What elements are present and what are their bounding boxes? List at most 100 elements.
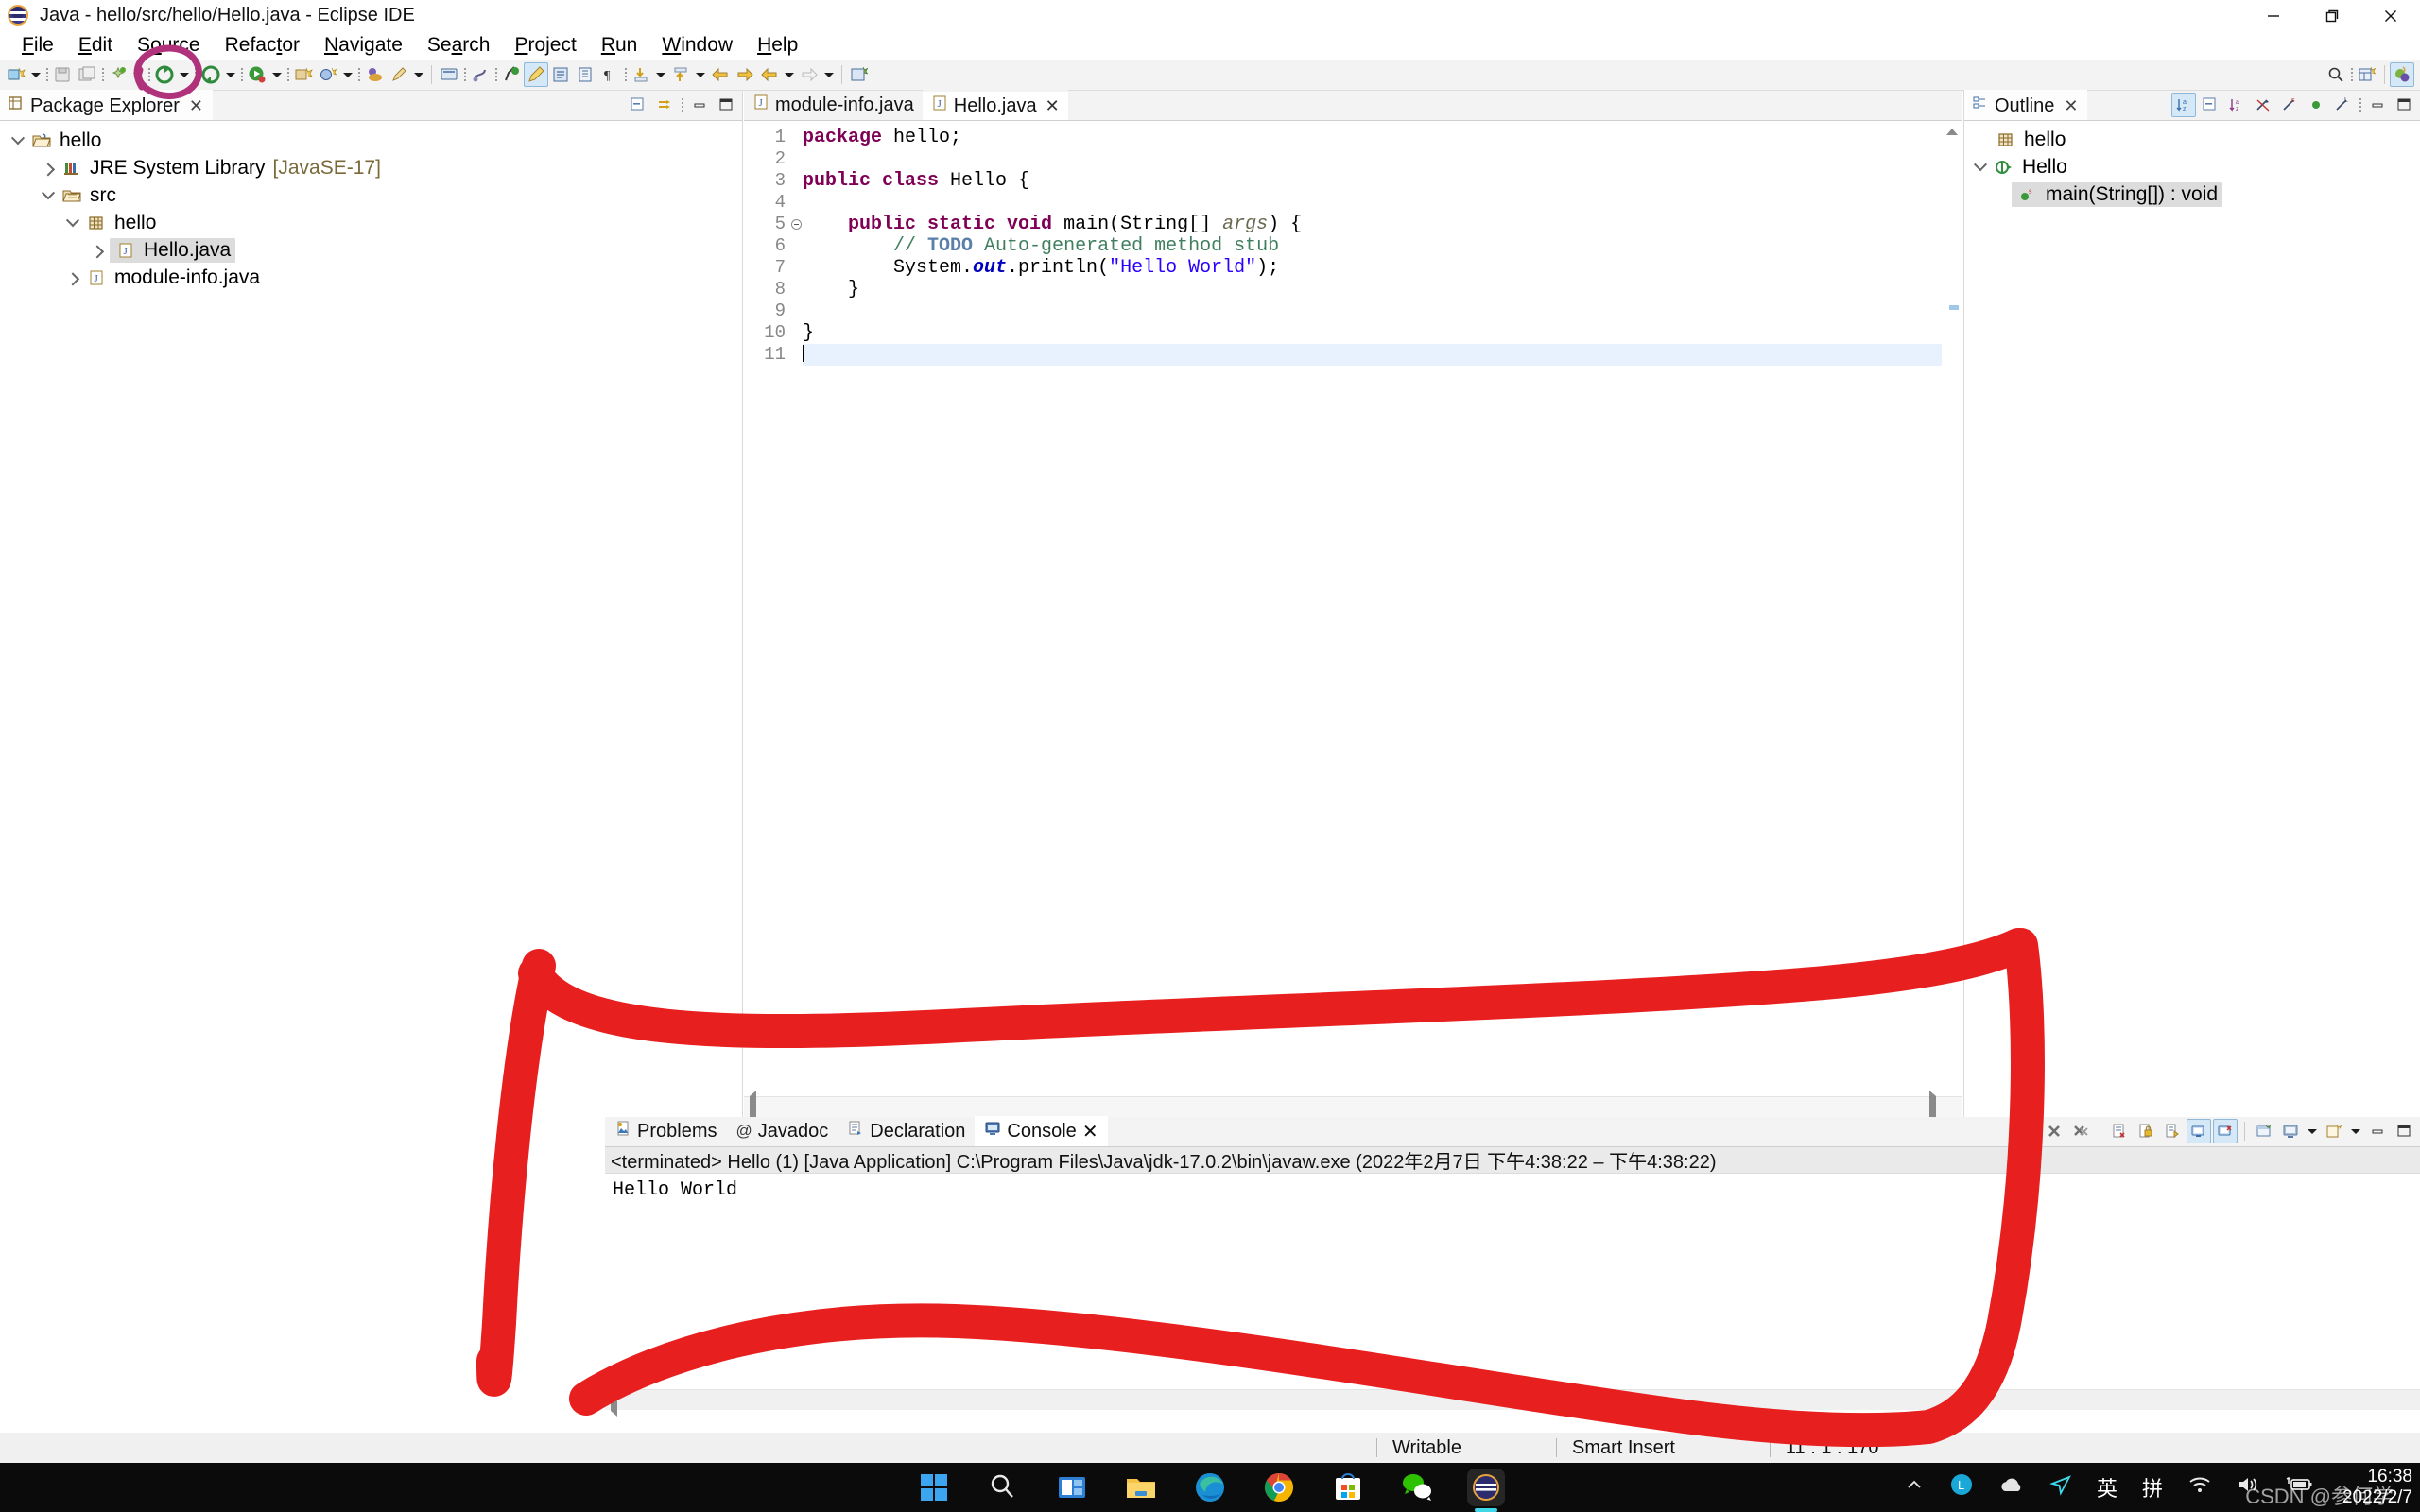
back-history-icon[interactable] [757, 62, 782, 87]
minimize-icon[interactable] [687, 93, 712, 117]
show-formatting-icon[interactable]: ¶ [597, 62, 622, 87]
open-task-icon[interactable] [468, 62, 493, 87]
hide-local-types-icon[interactable]: L [2330, 93, 2355, 117]
editor-code-line[interactable]: public class Hello { [803, 170, 1962, 192]
next-annotation-dropdown-icon[interactable] [653, 62, 668, 87]
remove-launch-icon[interactable] [2042, 1119, 2066, 1143]
editor-horizontal-scrollbar[interactable] [744, 1090, 1962, 1124]
menu-navigate[interactable]: Navigate [312, 32, 415, 59]
tree-item-project-hello[interactable]: hello [0, 127, 742, 154]
new-console-view-icon[interactable] [2322, 1119, 2346, 1143]
editor-code-line[interactable]: } [803, 279, 1962, 301]
editor-code-line[interactable]: // TODO Auto-generated method stub [803, 235, 1962, 257]
fold-collapse-icon[interactable] [789, 214, 803, 235]
chevron-down-icon[interactable] [1968, 153, 1993, 180]
wifi-icon[interactable] [2187, 1474, 2212, 1501]
hide-fields-icon[interactable]: az [2224, 93, 2249, 117]
toggle-mark-occurrences-icon[interactable] [524, 62, 548, 87]
tree-item-module-info-java[interactable]: J module-info.java [0, 264, 742, 291]
new-java-package-icon[interactable] [291, 62, 316, 87]
run-external-tools-icon[interactable] [199, 62, 223, 87]
editor-code-line[interactable]: System.out.println("Hello World"); [803, 257, 1962, 279]
open-perspective-icon[interactable] [2355, 62, 2379, 87]
public-member-icon[interactable] [2304, 93, 2328, 117]
task-view-icon[interactable] [1053, 1469, 1091, 1506]
ime-language-indicator[interactable]: 英 [2097, 1472, 2118, 1503]
minimize-icon[interactable] [2365, 93, 2390, 117]
eclipse-icon[interactable] [1467, 1469, 1505, 1512]
tab-outline[interactable]: Outline ✕ [1964, 90, 2088, 120]
save-all-icon[interactable] [75, 62, 99, 87]
editor-code-line[interactable]: public static void main(String[] args) { [803, 214, 1962, 235]
console-scroll-left-icon[interactable] [605, 1383, 617, 1417]
close-icon[interactable] [2361, 0, 2420, 31]
open-type-icon[interactable] [362, 62, 387, 87]
debug-icon[interactable] [152, 62, 177, 87]
previous-annotation-icon[interactable] [668, 62, 693, 87]
new-class-dropdown-icon[interactable] [340, 62, 355, 87]
debug-dropdown-icon[interactable] [177, 62, 192, 87]
console-type-dropdown-icon[interactable] [2305, 1119, 2320, 1143]
show-whitespace-icon[interactable] [548, 62, 573, 87]
minimize-icon[interactable] [2244, 0, 2303, 31]
hide-nonpublic-icon[interactable]: s [2277, 93, 2302, 117]
menu-source[interactable]: Source [125, 32, 213, 59]
new-console-dropdown-icon[interactable] [2348, 1119, 2363, 1143]
new-java-project-dropdown-icon[interactable] [130, 62, 146, 87]
outline-item-class-hello[interactable]: Hello [1964, 153, 2420, 180]
chevron-down-icon[interactable] [36, 181, 60, 209]
annotate-icon[interactable] [387, 62, 411, 87]
new-class-icon[interactable] [316, 62, 340, 87]
tree-item-package-hello[interactable]: hello [0, 209, 742, 236]
display-selected-console-icon[interactable] [2213, 1119, 2238, 1143]
collapse-all-icon[interactable] [626, 93, 650, 117]
java-perspective-icon[interactable] [2390, 62, 2414, 87]
editor-code-line[interactable]: package hello; [803, 127, 1962, 148]
annotation-ruler[interactable] [744, 121, 752, 1117]
outline-item-package-hello[interactable]: hello [1964, 126, 2420, 153]
chevron-down-icon[interactable] [6, 127, 30, 154]
annotate-dropdown-icon[interactable] [411, 62, 426, 87]
menu-file[interactable]: File [9, 32, 66, 59]
outline-item-method-main[interactable]: s main(String[]) : void [1964, 180, 2420, 208]
chevron-down-icon[interactable] [60, 209, 85, 236]
minimize-icon[interactable] [2365, 1119, 2390, 1143]
menu-help[interactable]: Help [745, 32, 810, 59]
google-chrome-icon[interactable] [1260, 1469, 1298, 1506]
onedrive-icon[interactable] [1998, 1474, 2025, 1501]
menu-refactor[interactable]: Refactor [213, 32, 312, 59]
remove-all-terminated-icon[interactable] [2068, 1119, 2093, 1143]
tree-item-hello-java[interactable]: J Hello.java [0, 236, 742, 264]
editor-folding-ruler[interactable] [789, 121, 803, 1117]
close-icon[interactable]: ✕ [1082, 1120, 1098, 1143]
restore-icon[interactable] [2303, 0, 2361, 31]
run-icon[interactable] [245, 62, 269, 87]
menu-project[interactable]: Project [502, 32, 588, 59]
menu-search[interactable]: Search [415, 32, 503, 59]
tab-hello-java[interactable]: J Hello.java ✕ [922, 90, 1068, 120]
chevron-right-icon[interactable] [60, 264, 85, 291]
toggle-breadcrumb-icon[interactable] [437, 62, 461, 87]
microsoft-store-icon[interactable] [1329, 1469, 1367, 1506]
close-icon[interactable]: ✕ [2064, 96, 2078, 116]
overview-ruler-mark[interactable] [1949, 305, 1959, 310]
back-icon[interactable] [708, 62, 733, 87]
tab-module-info-java[interactable]: J module-info.java [744, 90, 923, 120]
forward-history-dropdown-icon[interactable] [821, 62, 837, 87]
editor-code-line[interactable]: } [803, 322, 1962, 344]
file-explorer-icon[interactable] [1122, 1469, 1160, 1506]
tree-item-src[interactable]: src [0, 181, 742, 209]
previous-annotation-dropdown-icon[interactable] [693, 62, 708, 87]
block-selection-icon[interactable] [573, 62, 597, 87]
menu-edit[interactable]: Edit [66, 32, 125, 59]
scroll-up-icon[interactable] [1942, 121, 1962, 142]
taskbar-clock[interactable]: 16:38 2022/2/7 [2342, 1467, 2412, 1508]
chevron-right-icon[interactable] [85, 236, 110, 264]
clear-console-icon[interactable] [2107, 1119, 2132, 1143]
maximize-icon[interactable] [714, 93, 738, 117]
chevron-right-icon[interactable] [36, 154, 60, 181]
new-wizard-dropdown-icon[interactable] [28, 62, 43, 87]
run-dropdown-icon[interactable] [269, 62, 285, 87]
next-annotation-icon[interactable] [629, 62, 653, 87]
outline-tree[interactable]: hello Hello s main(String[]) : void [1964, 121, 2420, 1117]
